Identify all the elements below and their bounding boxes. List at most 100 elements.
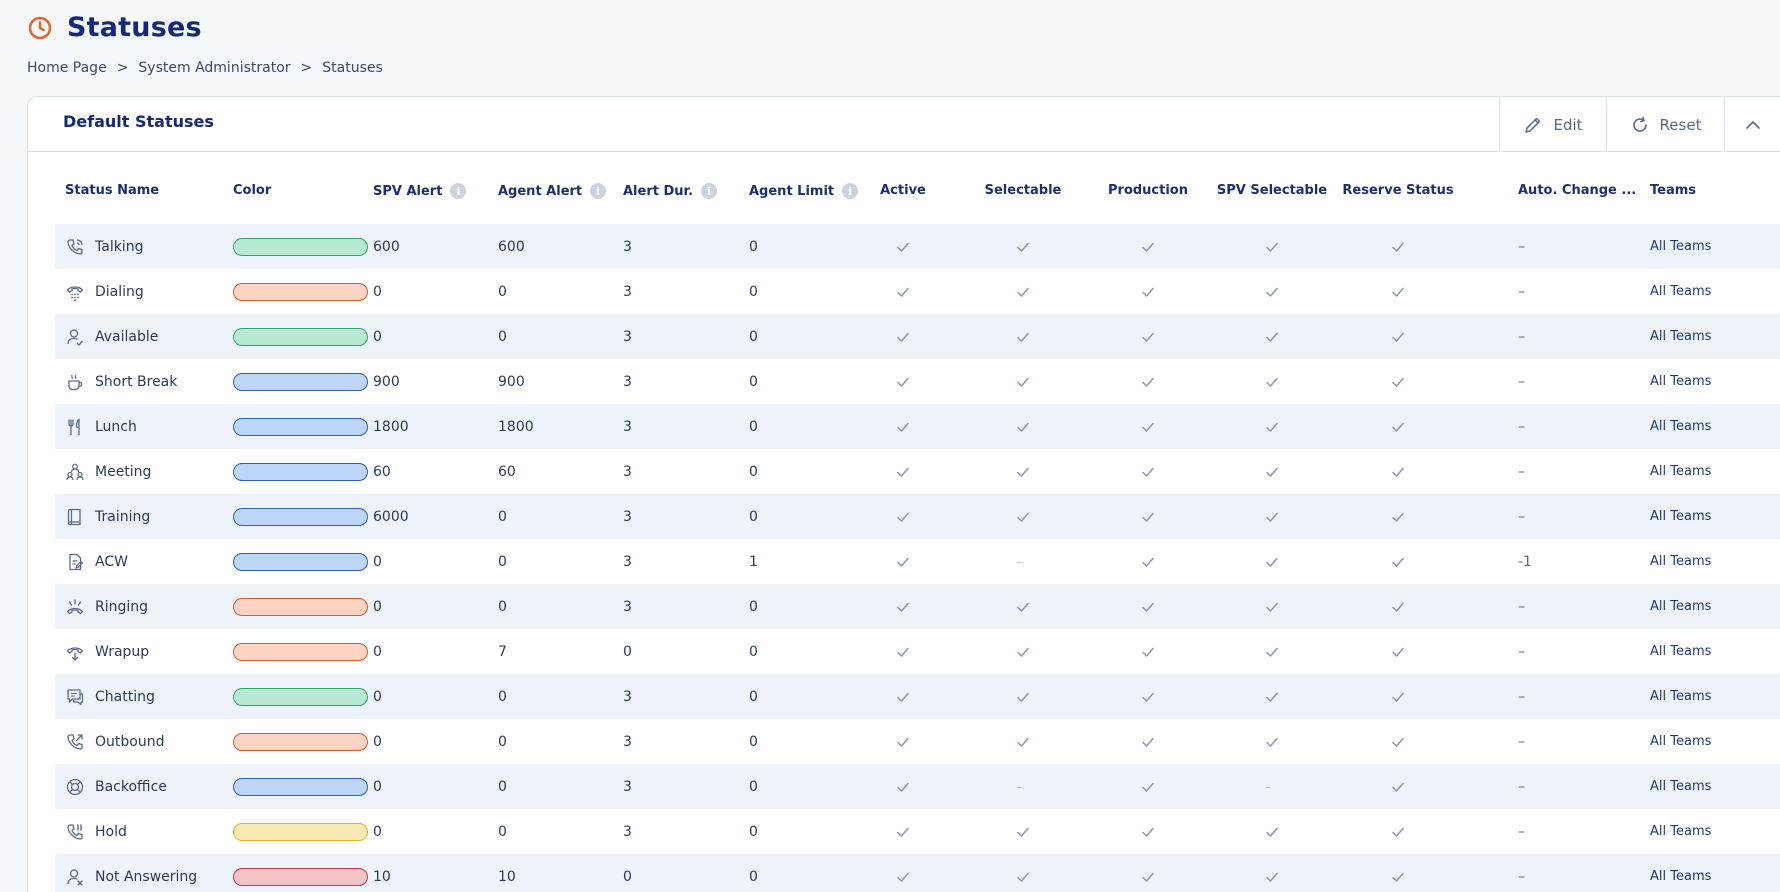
cell-agent-alert: 0 [498, 809, 507, 854]
check-icon [1017, 287, 1029, 297]
table-row[interactable]: Training 6000 0 3 0 – All Teams [55, 494, 1780, 539]
cell-value: 0 [373, 823, 382, 840]
breadcrumb-system-administrator[interactable]: System Administrator [138, 60, 290, 76]
statuses-table: Status Name Color SPV Alert i Agent Alert i Al… [55, 159, 1780, 892]
cell-value: All Teams [1650, 734, 1712, 749]
column-header-spv-selectable[interactable]: SPV Selectable [1217, 183, 1327, 198]
table-row[interactable]: Chatting 0 0 3 0 – All Teams [55, 674, 1780, 719]
check-icon [897, 647, 909, 657]
cell-color [233, 269, 368, 314]
table-row[interactable]: Short Break 900 900 3 0 – All Teams [55, 359, 1780, 404]
cell-value: – [1518, 508, 1525, 525]
check-icon [1392, 467, 1404, 477]
column-label: Reserve Status [1342, 183, 1454, 198]
cell-teams: All Teams [1650, 314, 1711, 359]
cell-value: All Teams [1650, 239, 1712, 254]
table-row[interactable]: Wrapup 0 7 0 0 – All Teams [55, 629, 1780, 674]
column-header-reserve-status[interactable]: Reserve Status [1342, 183, 1453, 198]
cell-spv-selectable [1265, 719, 1279, 764]
cell-value: 60 [498, 463, 516, 480]
collapse-button[interactable] [1724, 97, 1780, 152]
cell-value: 0 [498, 823, 507, 840]
table-row[interactable]: Available 0 0 3 0 – All Teams [55, 314, 1780, 359]
table-row[interactable]: Ringing 0 0 3 0 – All Teams [55, 584, 1780, 629]
table-row[interactable]: ACW 0 0 3 1 – -1 All Teams [55, 539, 1780, 584]
refresh-icon [1632, 116, 1647, 132]
cell-value: – [1518, 823, 1525, 840]
cell-value: – [1518, 643, 1525, 660]
column-header-selectable[interactable]: Selectable [983, 183, 1063, 198]
check-icon [1017, 872, 1029, 882]
cell-reserve [1391, 674, 1405, 719]
cell-production [1141, 404, 1155, 449]
column-label: SPV Alert [373, 183, 443, 199]
cell-name: Hold [65, 809, 127, 854]
column-header-color[interactable]: Color [233, 183, 271, 198]
check-icon [1142, 602, 1154, 612]
info-icon[interactable]: i [450, 183, 467, 199]
table-row[interactable]: Not Answering 10 10 0 0 – All Teams [55, 854, 1780, 892]
cell-value: 0 [373, 643, 382, 660]
breadcrumb-home[interactable]: Home Page [27, 60, 107, 76]
cell-value: 0 [749, 643, 758, 660]
check-icon [897, 557, 909, 567]
check-icon [1142, 287, 1154, 297]
cell-value: 0 [373, 733, 382, 750]
reset-button[interactable]: Reset [1606, 97, 1724, 152]
check-icon [1142, 242, 1154, 252]
column-header-agent-alert[interactable]: Agent Alert i [498, 183, 607, 199]
cell-value: 60 [373, 463, 391, 480]
info-icon[interactable]: i [590, 183, 607, 199]
cell-value: – [1518, 778, 1525, 795]
column-header-auto-change[interactable]: Auto. Change ... [1518, 183, 1636, 198]
column-header-spv-alert[interactable]: SPV Alert i [373, 183, 467, 199]
check-icon [1017, 692, 1029, 702]
cell-production [1141, 764, 1155, 809]
cell-reserve [1391, 449, 1405, 494]
edit-button[interactable]: Edit [1499, 97, 1606, 152]
check-icon [1142, 377, 1154, 387]
phone-talking-icon [67, 238, 83, 255]
cell-value: 3 [623, 373, 632, 390]
check-icon [897, 422, 909, 432]
column-header-active[interactable]: Active [873, 183, 933, 198]
status-name: ACW [95, 553, 128, 570]
book-icon [67, 508, 81, 525]
status-name: Chatting [95, 688, 155, 705]
table-row[interactable]: Backoffice 0 0 3 0 – – – All Teams [55, 764, 1780, 809]
check-icon [1266, 692, 1278, 702]
info-icon[interactable]: i [842, 183, 859, 199]
column-label: Selectable [984, 183, 1062, 198]
card-header: Default Statuses Edit Reset [28, 97, 1780, 152]
wrapup-icon [66, 646, 84, 661]
column-header-agent-limit[interactable]: Agent Limit i [749, 183, 859, 199]
table-row[interactable]: Lunch 1800 1800 3 0 – All Teams [55, 404, 1780, 449]
cell-spv-selectable [1265, 809, 1279, 854]
cell-value: 0 [749, 373, 758, 390]
cell-value: 0 [749, 508, 758, 525]
cell-value: 3 [623, 733, 632, 750]
cell-value: 900 [498, 373, 525, 390]
column-label: Teams [1650, 183, 1697, 198]
cell-selectable [1016, 809, 1030, 854]
table-row[interactable]: Hold 0 0 3 0 – All Teams [55, 809, 1780, 854]
table-row[interactable]: Dialing 0 0 3 0 – All Teams [55, 269, 1780, 314]
cell-spv-selectable: – [1265, 764, 1271, 809]
cell-agent-alert: 0 [498, 764, 507, 809]
cell-selectable [1016, 854, 1030, 892]
cell-reserve [1391, 584, 1405, 629]
check-icon [1142, 737, 1154, 747]
table-row[interactable]: Outbound 0 0 3 0 – All Teams [55, 719, 1780, 764]
column-header-alert-dur[interactable]: Alert Dur. i [623, 183, 718, 199]
column-header-status-name[interactable]: Status Name [65, 183, 159, 198]
cell-color [233, 449, 368, 494]
cell-spv-alert: 900 [373, 359, 400, 404]
column-header-production[interactable]: Production [1108, 183, 1188, 198]
check-icon [897, 602, 909, 612]
cell-value: All Teams [1650, 599, 1712, 614]
column-label: Agent Limit [749, 183, 835, 199]
table-row[interactable]: Meeting 60 60 3 0 – All Teams [55, 449, 1780, 494]
table-row[interactable]: Talking 600 600 3 0 – All Teams [55, 224, 1780, 269]
info-icon[interactable]: i [701, 183, 718, 199]
column-header-teams[interactable]: Teams [1650, 183, 1696, 198]
